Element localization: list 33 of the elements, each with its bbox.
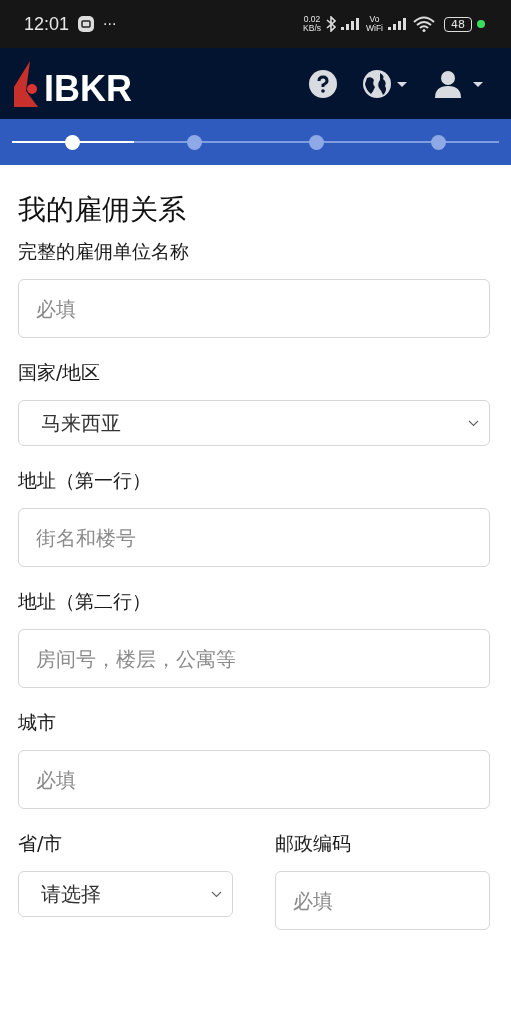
signal-icon — [341, 18, 361, 30]
field-label: 城市 — [18, 710, 57, 734]
page-title: 我的雇佣关系 — [18, 192, 187, 228]
input-field[interactable]: 房间号，楼层，公寓等 — [18, 629, 490, 688]
input-field[interactable]: 必填 — [275, 871, 490, 930]
field-label: 邮政编码 — [275, 831, 352, 855]
logo-text: IBKR — [44, 67, 132, 110]
dot-icon — [477, 20, 485, 28]
more-notifications: ··· — [103, 16, 117, 32]
account-dropdown-icon[interactable] — [435, 69, 485, 98]
signal-icon — [388, 18, 408, 30]
network-speed: 0.02 KB/s — [303, 15, 321, 33]
wifi-icon — [413, 16, 435, 32]
field-label: 省/市 — [18, 831, 64, 855]
input-field[interactable]: 必填 — [18, 279, 490, 338]
app-notification-icon — [78, 16, 95, 32]
chevron-down-icon — [211, 890, 222, 898]
field-label: 国家/地区 — [18, 360, 102, 384]
input-field[interactable]: 必填 — [18, 750, 490, 809]
logo-icon — [12, 60, 38, 107]
chevron-down-icon — [468, 419, 479, 427]
field-label: 地址（第二行） — [18, 589, 152, 613]
help-icon[interactable] — [309, 69, 337, 98]
dropdown[interactable]: 请选择 — [18, 871, 233, 917]
vowifi-indicator: Vo WiFi — [366, 15, 383, 33]
bluetooth-icon — [326, 16, 336, 32]
language-dropdown-icon[interactable] — [363, 69, 409, 98]
field-label: 地址（第一行） — [18, 468, 152, 492]
dropdown[interactable]: 马来西亚 — [18, 400, 490, 446]
field-label: 完整的雇佣单位名称 — [18, 239, 190, 263]
input-field[interactable]: 街名和楼号 — [18, 508, 490, 567]
battery-indicator: 48 — [444, 16, 472, 32]
clock: 12:01 — [24, 13, 70, 35]
